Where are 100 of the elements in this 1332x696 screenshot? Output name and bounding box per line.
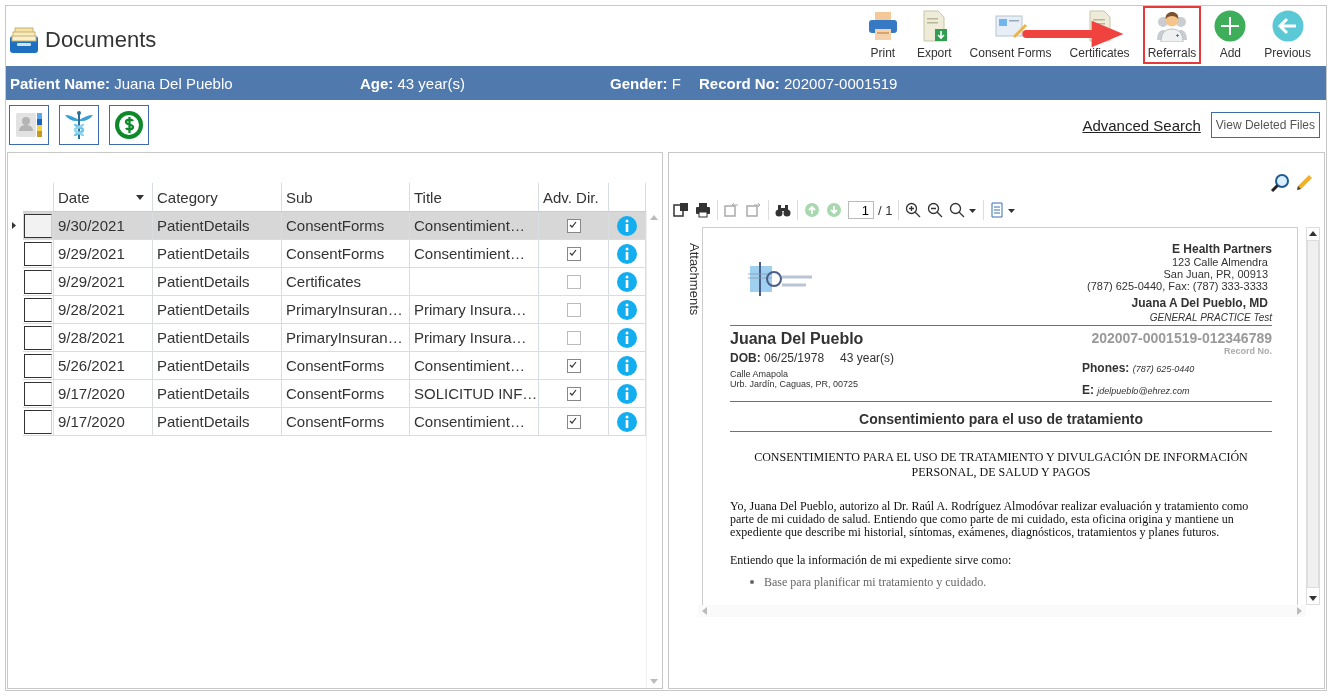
view-deleted-files-button[interactable]: View Deleted Files [1210, 112, 1320, 138]
zoom-in-icon[interactable] [905, 202, 922, 218]
bullet-icon [750, 580, 754, 585]
table-row[interactable]: 9/28/2021 PatientDetails PrimaryInsuran… Primary Insura… [23, 324, 646, 352]
document-bullet: Base para planificar mi tratamiento y cuidado. [764, 574, 987, 590]
advanced-search-link[interactable]: Advanced Search [1082, 116, 1201, 134]
row-selector[interactable] [24, 213, 52, 238]
column-header[interactable]: Date [54, 183, 153, 211]
contacts-button[interactable] [9, 105, 49, 145]
printer-icon [866, 10, 899, 42]
binoculars-icon[interactable] [775, 202, 791, 218]
export-icon[interactable] [673, 202, 689, 218]
toolbar-button[interactable]: Export [911, 6, 957, 64]
column-header[interactable]: Sub [282, 183, 410, 211]
patient-age: 43 year(s) [840, 351, 895, 365]
checkbox[interactable] [566, 414, 581, 429]
table-cell: Consentimient… [414, 245, 525, 262]
row-selector[interactable] [24, 297, 52, 322]
check-icon [567, 247, 578, 258]
check-icon [567, 387, 578, 398]
table-cell: PatientDetails [153, 268, 282, 296]
clinic-address-line: (787) 625-0440, Fax: (787) 333-3333 [1087, 280, 1269, 292]
row-selector[interactable] [24, 353, 52, 378]
record-number: 202007-0001519-012346789 [1090, 330, 1272, 346]
toolbar-button[interactable]: Referrals [1142, 6, 1202, 64]
patient-address-line: Calle Amapola [730, 369, 790, 379]
pencil-icon[interactable] [1294, 173, 1314, 193]
table-row[interactable]: 9/29/2021 PatientDetails Certificates [23, 268, 646, 296]
search-icon[interactable] [1270, 173, 1290, 193]
scrollbar[interactable] [1306, 227, 1320, 605]
table-cell: 9/17/2020 [54, 408, 153, 436]
table-cell: PatientDetails [153, 296, 282, 324]
table-row[interactable]: 5/26/2021 PatientDetails ConsentForms Consentimient… [23, 352, 646, 380]
toolbar-button[interactable]: Add [1209, 6, 1252, 64]
toolbar-button[interactable]: Print [861, 6, 904, 64]
checkbox[interactable] [566, 246, 581, 261]
table-cell: PatientDetails [153, 324, 282, 352]
table-cell: ConsentForms [282, 380, 410, 408]
scroll-down-icon[interactable] [1309, 596, 1317, 601]
toolbar-button[interactable]: Previous [1259, 6, 1316, 64]
clinic-address-line: San Juan, PR, 00913 [1162, 268, 1269, 280]
page-forward-icon [746, 202, 762, 218]
table-row[interactable]: 9/17/2020 PatientDetails ConsentForms SOLICITUD INF… [23, 380, 646, 408]
table-cell: Consentimient… [414, 217, 525, 234]
column-header[interactable]: Title [410, 183, 539, 211]
table-cell: PatientDetails [153, 380, 282, 408]
scroll-thumb[interactable] [1307, 240, 1319, 588]
toolbar-button[interactable]: Consent Forms [964, 6, 1057, 64]
table-cell: 9/30/2021 [54, 212, 153, 240]
table-cell: ConsentForms [282, 352, 410, 380]
table-cell: SOLICITUD INF… [414, 385, 538, 402]
table-cell: PatientDetails [153, 408, 282, 436]
clinic-name: E Health Partners [1170, 242, 1272, 256]
row-selector[interactable] [24, 409, 52, 434]
email-field: E: jdelpueblo@ehrez.com [1082, 383, 1272, 397]
table-cell: 9/28/2021 [54, 296, 153, 324]
document-title: CONSENTIMIENTO PARA EL USO DE TRATAMIENTO Y DIVULGACIÓN DE INFORMACIÓN PERSONAL, DE SALUD Y PAGOS [753, 450, 1249, 480]
table-row[interactable]: 9/17/2020 PatientDetails ConsentForms Consentimient… [23, 408, 646, 436]
patient-field: Gender: F [610, 74, 699, 92]
patient-name: Juana Del Pueblo [730, 330, 865, 348]
column-header[interactable]: Adv. Dir. [539, 183, 609, 211]
patient-address-line: Urb. Jardín, Caguas, PR, 00725 [730, 379, 860, 389]
checkbox[interactable] [566, 302, 581, 317]
dollar-button[interactable] [109, 105, 149, 145]
table-cell: 9/29/2021 [54, 268, 153, 296]
record-label: Record No. [1223, 346, 1272, 356]
doctor-icon [1155, 10, 1188, 42]
page-number-field[interactable]: 1 [848, 201, 874, 219]
checkbox[interactable] [566, 218, 581, 233]
check-icon [567, 415, 578, 426]
zoom-out-icon[interactable] [927, 202, 944, 218]
row-selector[interactable] [24, 241, 52, 266]
checkbox[interactable] [566, 274, 581, 289]
row-selector[interactable] [24, 381, 52, 406]
arrow-up-icon [804, 202, 820, 218]
table-cell: Consentimient… [414, 413, 525, 430]
checkbox[interactable] [566, 330, 581, 345]
table-cell: 9/17/2020 [54, 380, 153, 408]
caduceus-button[interactable] [59, 105, 99, 145]
row-selector[interactable] [24, 269, 52, 294]
zoom-dropdown-icon[interactable] [949, 202, 978, 218]
table-cell: 9/29/2021 [54, 240, 153, 268]
doctor-specialty: GENERAL PRACTICE Test [1148, 312, 1272, 323]
table-cell: Primary Insura… [414, 301, 527, 318]
checkbox[interactable] [566, 358, 581, 373]
row-selector[interactable] [24, 325, 52, 350]
checkbox[interactable] [566, 386, 581, 401]
table-row[interactable]: 9/29/2021 PatientDetails ConsentForms Consentimient… [23, 240, 646, 268]
table-cell: PrimaryInsuran… [282, 296, 410, 324]
scroll-up-icon[interactable] [1309, 231, 1317, 236]
document-heading: Consentimiento para el uso de tratamiento [730, 407, 1272, 432]
phones-field: Phones: (787) 625-0440 [1082, 361, 1272, 375]
column-header[interactable]: Category [153, 183, 282, 211]
table-cell: ConsentForms [282, 212, 410, 240]
document-paragraph: Entiendo que la información de mi expediente sirve como: [730, 553, 1013, 567]
doctor-name: Juana A Del Pueblo, MD [1130, 296, 1269, 310]
table-cell: PatientDetails [153, 212, 282, 240]
printer-icon[interactable] [695, 202, 711, 218]
attachments-tab[interactable]: Attachments [669, 227, 702, 688]
table-row[interactable]: 9/28/2021 PatientDetails PrimaryInsuran… Primary Insura… [23, 296, 646, 324]
